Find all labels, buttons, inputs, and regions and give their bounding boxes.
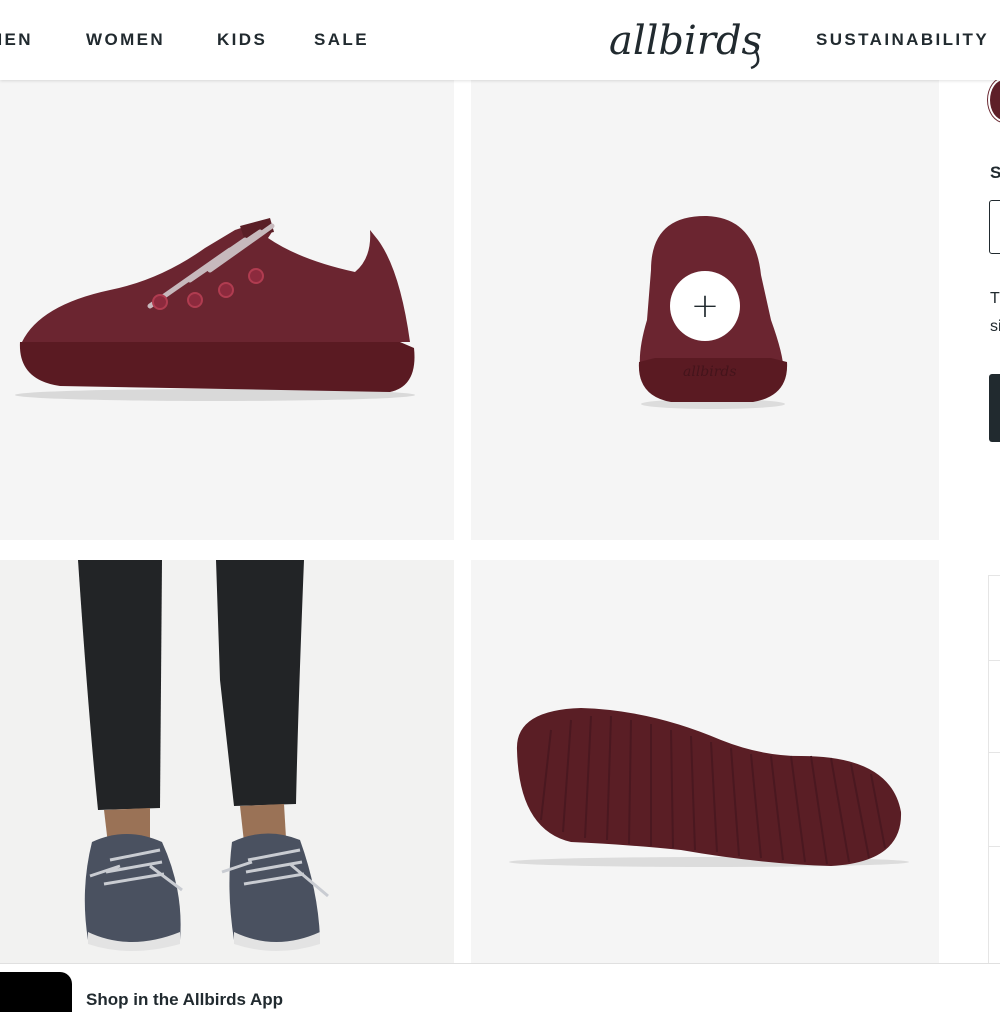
size-note-line-1: T	[990, 290, 1000, 307]
size-option-button[interactable]	[989, 200, 1000, 254]
nav-sale[interactable]: SALE	[314, 30, 369, 50]
add-to-cart-button[interactable]	[989, 374, 1000, 442]
logo-text: allbirds	[609, 18, 762, 64]
info-divider	[989, 752, 1000, 753]
app-icon	[0, 972, 72, 1012]
nav-men[interactable]: MEN	[0, 30, 33, 50]
product-info-panel	[988, 575, 1000, 967]
site-header: MEN WOMEN KIDS SALE allbirds SUSTAINABIL…	[0, 0, 1000, 80]
zoom-button[interactable]: +	[670, 271, 740, 341]
gallery-image-model[interactable]	[0, 560, 454, 963]
sole-logo-text: allbirds	[683, 364, 737, 380]
app-banner-text: Shop in the Allbirds App	[86, 990, 284, 1009]
allbirds-logo[interactable]: allbirds	[605, 10, 780, 70]
plus-icon: +	[690, 286, 720, 326]
size-section-label: S	[990, 163, 1000, 182]
app-banner[interactable]: Shop in the Allbirds App	[0, 963, 1000, 1012]
info-divider	[989, 846, 1000, 847]
color-swatch[interactable]	[988, 78, 1000, 122]
nav-women[interactable]: WOMEN	[86, 30, 165, 50]
gallery-image-side-view[interactable]	[0, 80, 454, 540]
size-note-line-2: si	[990, 318, 1000, 335]
info-divider	[989, 660, 1000, 661]
gallery-image-sole-view[interactable]	[471, 560, 939, 963]
nav-sustainability[interactable]: SUSTAINABILITY	[816, 30, 989, 50]
nav-kids[interactable]: KIDS	[217, 30, 267, 50]
